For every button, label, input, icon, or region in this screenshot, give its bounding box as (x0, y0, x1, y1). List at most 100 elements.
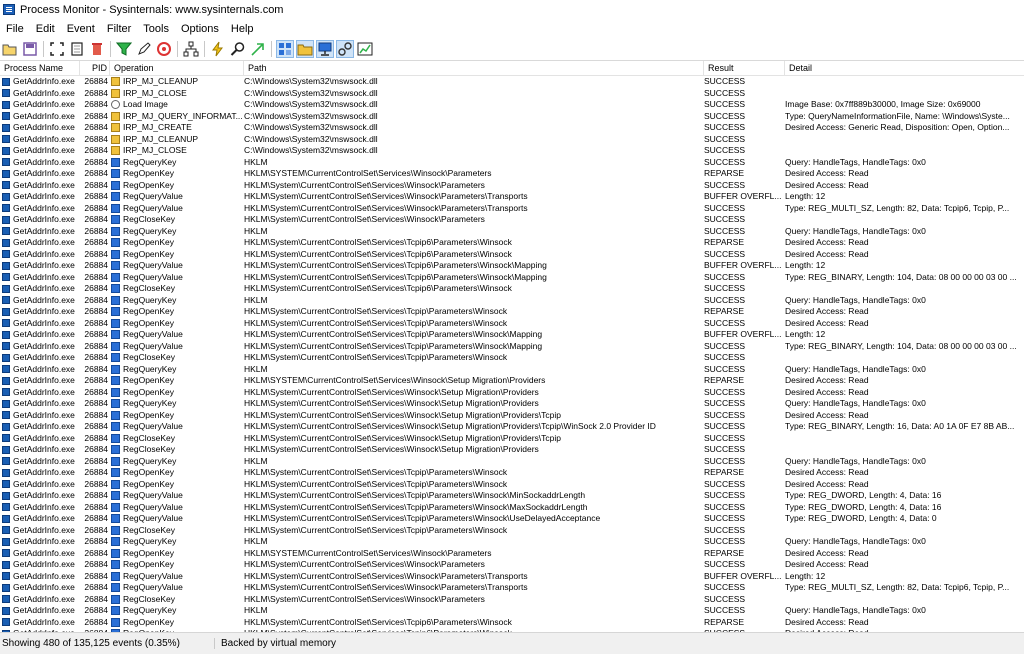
jump-icon[interactable] (250, 41, 266, 57)
table-row[interactable]: GetAddrInfo.exe 26884 RegCloseKey HKLM\Syst… (0, 214, 1024, 226)
delete-icon[interactable] (89, 41, 105, 57)
table-row[interactable]: GetAddrInfo.exe 26884 RegQueryKey HKLM SUCCE… (0, 536, 1024, 548)
menu-file[interactable]: File (0, 23, 30, 35)
table-row[interactable]: GetAddrInfo.exe 26884 RegOpenKey HKLM\Syste… (0, 410, 1024, 422)
cell-path: C:\Windows\System32\mswsock.dll (244, 87, 378, 98)
table-row[interactable]: GetAddrInfo.exe 26884 RegOpenKey HKLM\Syste… (0, 479, 1024, 491)
table-row[interactable]: GetAddrInfo.exe 26884 IRP_MJ_CLOSE C:\Windo… (0, 88, 1024, 100)
table-row[interactable]: GetAddrInfo.exe 26884 RegQueryValue HKLM\Sy… (0, 502, 1024, 514)
menu-options[interactable]: Options (175, 23, 225, 35)
cell-process-name: GetAddrInfo.exe (0, 617, 80, 629)
menu-filter[interactable]: Filter (101, 23, 137, 35)
title-bar: Process Monitor - Sysinternals: www.sysi… (0, 0, 1024, 19)
process-name-text: GetAddrInfo.exe (13, 570, 75, 581)
cell-path: HKLM\System\CurrentControlSet\Services\W… (244, 432, 561, 443)
cell-operation: RegQueryValue (110, 571, 242, 583)
table-row[interactable]: GetAddrInfo.exe 26884 RegOpenKey HKLM\Syste… (0, 249, 1024, 261)
table-row[interactable]: GetAddrInfo.exe 26884 RegOpenKey HKLM\SYSTE… (0, 168, 1024, 180)
table-row[interactable]: GetAddrInfo.exe 26884 RegQueryValue HKLM\Sy… (0, 329, 1024, 341)
cell-pid: 26884 (84, 237, 108, 247)
table-row[interactable]: GetAddrInfo.exe 26884 RegOpenKey HKLM\Syste… (0, 180, 1024, 192)
table-row[interactable]: GetAddrInfo.exe 26884 RegOpenKey HKLM\SYSTE… (0, 548, 1024, 560)
col-header-detail[interactable]: Detail (785, 61, 1024, 75)
table-row[interactable]: GetAddrInfo.exe 26884 RegQueryValue HKLM\Sy… (0, 513, 1024, 525)
file-icon (111, 111, 120, 121)
table-row[interactable]: GetAddrInfo.exe 26884 RegOpenKey HKLM\Syste… (0, 387, 1024, 399)
table-row[interactable]: GetAddrInfo.exe 26884 RegQueryKey HKLM SUCCE… (0, 605, 1024, 617)
table-row[interactable]: GetAddrInfo.exe 26884 RegOpenKey HKLM\Syste… (0, 467, 1024, 479)
col-header-operation[interactable]: Operation (110, 61, 244, 75)
table-row[interactable]: GetAddrInfo.exe 26884 RegQueryValue HKLM\Sy… (0, 341, 1024, 353)
table-row[interactable]: GetAddrInfo.exe 26884 RegOpenKey HKLM\SYSTE… (0, 375, 1024, 387)
table-row[interactable]: GetAddrInfo.exe 26884 RegQueryKey HKLM\Syst… (0, 398, 1024, 410)
table-row[interactable]: GetAddrInfo.exe 26884 RegQueryValue HKLM\Sy… (0, 490, 1024, 502)
menu-edit[interactable]: Edit (30, 23, 61, 35)
table-row[interactable]: GetAddrInfo.exe 26884 RegQueryValue HKLM\Sy… (0, 582, 1024, 594)
table-row[interactable]: GetAddrInfo.exe 26884 RegOpenKey HKLM\Syste… (0, 617, 1024, 629)
table-row[interactable]: GetAddrInfo.exe 26884 RegCloseKey HKLM\Syst… (0, 594, 1024, 606)
filter-icon[interactable] (116, 41, 132, 57)
cell-result: SUCCESS (704, 133, 746, 144)
table-row[interactable]: GetAddrInfo.exe 26884 RegCloseKey HKLM\Syst… (0, 444, 1024, 456)
process-thread-icon[interactable] (336, 40, 354, 58)
col-header-pid[interactable]: PID (80, 61, 110, 75)
menu-tools[interactable]: Tools (137, 23, 175, 35)
table-row[interactable]: GetAddrInfo.exe 26884 RegQueryKey HKLM SUCCE… (0, 364, 1024, 376)
table-row[interactable]: GetAddrInfo.exe 26884 RegQueryKey HKLM SUCCE… (0, 226, 1024, 238)
table-row[interactable]: GetAddrInfo.exe 26884 IRP_MJ_CLOSE C:\Windo… (0, 145, 1024, 157)
table-row[interactable]: GetAddrInfo.exe 26884 RegCloseKey HKLM\Syst… (0, 433, 1024, 445)
cell-path: HKLM\System\CurrentControlSet\Services\T… (244, 490, 586, 500)
filesystem-icon[interactable] (296, 40, 314, 58)
cell-pid: 26884 (84, 214, 108, 224)
table-row[interactable]: GetAddrInfo.exe 26884 RegCloseKey HKLM\Syst… (0, 352, 1024, 364)
menu-event[interactable]: Event (61, 23, 101, 35)
table-row[interactable]: GetAddrInfo.exe 26884 RegCloseKey HKLM\Syst… (0, 283, 1024, 295)
cell-operation: RegQueryValue (110, 582, 242, 594)
table-row[interactable]: GetAddrInfo.exe 26884 RegCloseKey HKLM\Syst… (0, 525, 1024, 537)
cell-operation: RegQueryValue (110, 272, 242, 284)
tree-icon[interactable] (183, 41, 199, 57)
open-icon[interactable] (2, 41, 18, 57)
registry-icon (111, 364, 120, 374)
autoscroll-icon[interactable] (49, 41, 65, 57)
table-row[interactable]: GetAddrInfo.exe 26884 IRP_MJ_CREATE C:\Wind… (0, 122, 1024, 134)
cell-operation: RegCloseKey (110, 525, 242, 537)
table-row[interactable]: GetAddrInfo.exe 26884 RegQueryKey HKLM SUCCE… (0, 157, 1024, 169)
table-row[interactable]: GetAddrInfo.exe 26884 RegQueryValue HKLM\Sy… (0, 260, 1024, 272)
cell-process-name: GetAddrInfo.exe (0, 444, 80, 456)
table-row[interactable]: GetAddrInfo.exe 26884 IRP_MJ_CLEANUP C:\Win… (0, 134, 1024, 146)
cell-pid: 26884 (84, 110, 108, 121)
table-row[interactable]: GetAddrInfo.exe 26884 RegQueryValue HKLM\Sy… (0, 272, 1024, 284)
table-row[interactable]: GetAddrInfo.exe 26884 RegQueryKey HKLM SUCCE… (0, 295, 1024, 307)
table-row[interactable]: GetAddrInfo.exe 26884 RegQueryValue HKLM\Sy… (0, 191, 1024, 203)
col-header-process-name[interactable]: Process Name (0, 61, 80, 75)
registry-icon[interactable] (276, 40, 294, 58)
lightning-icon[interactable] (210, 41, 226, 57)
find-icon[interactable] (230, 41, 246, 57)
table-row[interactable]: GetAddrInfo.exe 26884 RegOpenKey HKLM\Syste… (0, 306, 1024, 318)
highlight-icon[interactable] (136, 41, 152, 57)
table-row[interactable]: GetAddrInfo.exe 26884 RegOpenKey HKLM\Syste… (0, 559, 1024, 571)
save-icon[interactable] (22, 41, 38, 57)
table-row[interactable]: GetAddrInfo.exe 26884 IRP_MJ_CLEANUP C:\Win… (0, 76, 1024, 88)
profiling-icon[interactable] (357, 41, 373, 57)
menu-help[interactable]: Help (225, 23, 260, 35)
process-name-text: GetAddrInfo.exe (13, 306, 75, 316)
menu-bar: File Edit Event Filter Tools Options Hel… (0, 19, 1024, 38)
cell-operation: RegOpenKey (110, 548, 242, 560)
cell-operation: RegCloseKey (110, 352, 242, 364)
clear-icon[interactable] (69, 41, 85, 57)
table-row[interactable]: GetAddrInfo.exe 26884 RegOpenKey HKLM\Syste… (0, 318, 1024, 330)
table-row[interactable]: GetAddrInfo.exe 26884 Load Image C:\Windows… (0, 99, 1024, 111)
table-row[interactable]: GetAddrInfo.exe 26884 IRP_MJ_QUERY_INFORMA… (0, 111, 1024, 123)
table-row[interactable]: GetAddrInfo.exe 26884 RegQueryKey HKLM SUCCE… (0, 456, 1024, 468)
toolbar-separator (177, 41, 178, 57)
table-row[interactable]: GetAddrInfo.exe 26884 RegOpenKey HKLM\Syste… (0, 237, 1024, 249)
table-row[interactable]: GetAddrInfo.exe 26884 RegQueryValue HKLM\Sy… (0, 571, 1024, 583)
table-row[interactable]: GetAddrInfo.exe 26884 RegQueryValue HKLM\Sy… (0, 203, 1024, 215)
include-icon[interactable] (156, 41, 172, 57)
table-row[interactable]: GetAddrInfo.exe 26884 RegQueryValue HKLM\Sy… (0, 421, 1024, 433)
col-header-result[interactable]: Result (704, 61, 785, 75)
col-header-path[interactable]: Path (244, 61, 704, 75)
network-icon[interactable] (316, 40, 334, 58)
